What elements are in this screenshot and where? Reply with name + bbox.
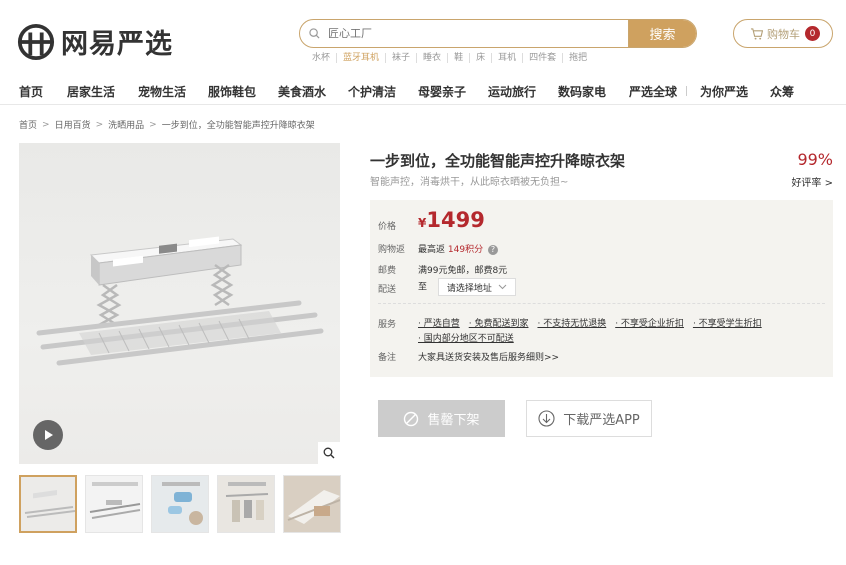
- thumbnail-image: [162, 482, 203, 525]
- hot-word[interactable]: 鞋: [448, 53, 471, 63]
- nav-divider: [686, 86, 687, 96]
- play-video-button[interactable]: [33, 420, 63, 450]
- thumbnail[interactable]: [217, 475, 275, 533]
- chevron-right-icon: >: [149, 119, 157, 130]
- hot-word[interactable]: 袜子: [386, 53, 418, 63]
- points-label: 购物返: [378, 245, 406, 255]
- hot-word[interactable]: 四件套: [523, 53, 564, 63]
- thumbnail[interactable]: [151, 475, 209, 533]
- service-tag[interactable]: · 不享受学生折扣: [693, 319, 762, 329]
- cart-count-badge: 0: [805, 26, 820, 41]
- price: ¥1499: [418, 208, 485, 232]
- positive-rate: 99%: [797, 150, 833, 169]
- thumbnail[interactable]: [19, 475, 77, 533]
- hot-search-words: 水杯 蓝牙耳机 袜子 睡衣 鞋 床 耳机 四件套 拖把: [312, 53, 593, 63]
- nav-item-home[interactable]: 首页: [19, 83, 43, 100]
- breadcrumb-home[interactable]: 首页: [19, 118, 37, 131]
- thumbnail[interactable]: [283, 475, 341, 533]
- chevron-right-icon: >: [42, 119, 50, 130]
- service-tag[interactable]: · 严选自营: [418, 319, 460, 329]
- download-icon: [538, 410, 555, 427]
- hot-word[interactable]: 床: [470, 53, 493, 63]
- prohibited-icon: [404, 411, 419, 426]
- nav-item-food[interactable]: 美食酒水: [278, 83, 326, 100]
- chevron-down-icon: [498, 284, 507, 290]
- nav-item-home-living[interactable]: 居家生活: [67, 83, 115, 100]
- divider: [378, 303, 825, 304]
- hot-word[interactable]: 睡衣: [417, 53, 449, 63]
- positive-rate-link[interactable]: 好评率 >: [791, 174, 833, 189]
- thumbnail-strip: [19, 475, 341, 533]
- price-label: 价格: [378, 222, 397, 232]
- note-label: 备注: [378, 353, 397, 363]
- download-app-button[interactable]: 下载严选APP: [526, 400, 652, 437]
- breadcrumb-subcategory[interactable]: 洗晒用品: [108, 118, 144, 131]
- netease-logo-icon: [17, 23, 55, 60]
- download-app-label: 下载严选APP: [563, 413, 640, 428]
- thumbnail-image: [24, 489, 75, 518]
- cart-icon: [750, 27, 763, 40]
- service-tag[interactable]: · 国内部分地区不可配送: [418, 334, 514, 344]
- cart-label: 购物车: [767, 27, 800, 41]
- hot-word[interactable]: 蓝牙耳机: [337, 53, 387, 63]
- shipping-text: 满99元免邮，邮费8元: [418, 266, 508, 276]
- service-tag[interactable]: · 免费配送到家: [469, 319, 529, 329]
- product-main-image[interactable]: [19, 143, 340, 464]
- thumbnail-image: [225, 482, 269, 522]
- logo-text: 网易严选: [61, 29, 173, 60]
- help-icon[interactable]: ?: [487, 244, 498, 255]
- search-icon: [300, 20, 328, 47]
- sold-out-button: 售罄下架: [378, 400, 505, 437]
- thumbnail-image: [287, 490, 340, 524]
- thumbnail[interactable]: [85, 475, 143, 533]
- breadcrumb-category[interactable]: 日用百货: [55, 118, 91, 131]
- product-title: 一步到位，全功能智能声控升降晾衣架: [370, 152, 626, 170]
- nav-item-global[interactable]: 严选全球: [629, 83, 677, 100]
- cart-button[interactable]: 购物车 0: [733, 19, 833, 48]
- service-detail-link[interactable]: 大家具送货安装及售后服务细则>>: [418, 350, 559, 363]
- price-panel: 价格 ¥1499 购物返 最高返 149积分 ? 邮费 满99元免邮，邮费8元 …: [370, 200, 833, 377]
- sold-out-label: 售罄下架: [427, 413, 480, 428]
- play-icon: [45, 430, 53, 440]
- nav-item-sports[interactable]: 运动旅行: [488, 83, 536, 100]
- points-value: 149积分: [447, 245, 484, 255]
- search-button[interactable]: 搜索: [628, 20, 696, 47]
- nav-item-for-you[interactable]: 为你严选: [700, 83, 748, 100]
- nav-item-digital[interactable]: 数码家电: [558, 83, 606, 100]
- nav-item-baby[interactable]: 母婴亲子: [418, 83, 466, 100]
- category-nav: 首页 居家生活 宠物生活 服饰鞋包 美食酒水 个护清洁 母婴亲子 运动旅行 数码…: [0, 83, 846, 105]
- address-select[interactable]: 请选择地址: [437, 278, 516, 296]
- points-prefix: 最高返: [418, 245, 446, 255]
- thumbnail-image: [89, 482, 141, 519]
- nav-item-personal-care[interactable]: 个护清洁: [348, 83, 396, 100]
- shipping-label: 邮费: [378, 266, 397, 276]
- breadcrumb-current: 一步到位，全功能智能声控升降晾衣架: [161, 121, 315, 131]
- drying-rack-illustration: [36, 236, 324, 366]
- price-value: 1499: [426, 208, 485, 232]
- service-tag[interactable]: · 不享受企业折扣: [615, 319, 684, 329]
- zoom-button[interactable]: [318, 442, 340, 464]
- logo[interactable]: 网易严选: [17, 22, 173, 61]
- breadcrumb: 首页 > 日用百货 > 洗晒用品 > 一步到位，全功能智能声控升降晾衣架: [19, 118, 315, 132]
- product-subtitle: 智能声控，消毒烘干，从此晾衣晒被无负担~: [370, 177, 569, 188]
- search-bar: 搜索: [299, 19, 697, 48]
- hot-word[interactable]: 拖把: [563, 53, 593, 63]
- search-input[interactable]: [328, 20, 628, 47]
- delivery-label: 配送: [378, 285, 397, 295]
- service-tag[interactable]: · 不支持无忧退换: [537, 319, 606, 329]
- nav-item-apparel[interactable]: 服饰鞋包: [208, 83, 256, 100]
- address-select-text: 请选择地址: [446, 283, 492, 294]
- hot-word[interactable]: 水杯: [312, 53, 338, 63]
- service-label: 服务: [378, 320, 397, 330]
- hot-word[interactable]: 耳机: [492, 53, 524, 63]
- delivery-to: 至: [418, 282, 428, 293]
- magnifier-icon: [323, 447, 335, 459]
- chevron-right-icon: >: [95, 119, 104, 130]
- nav-item-crowdfunding[interactable]: 众筹: [770, 83, 794, 100]
- nav-item-pet[interactable]: 宠物生活: [138, 83, 186, 100]
